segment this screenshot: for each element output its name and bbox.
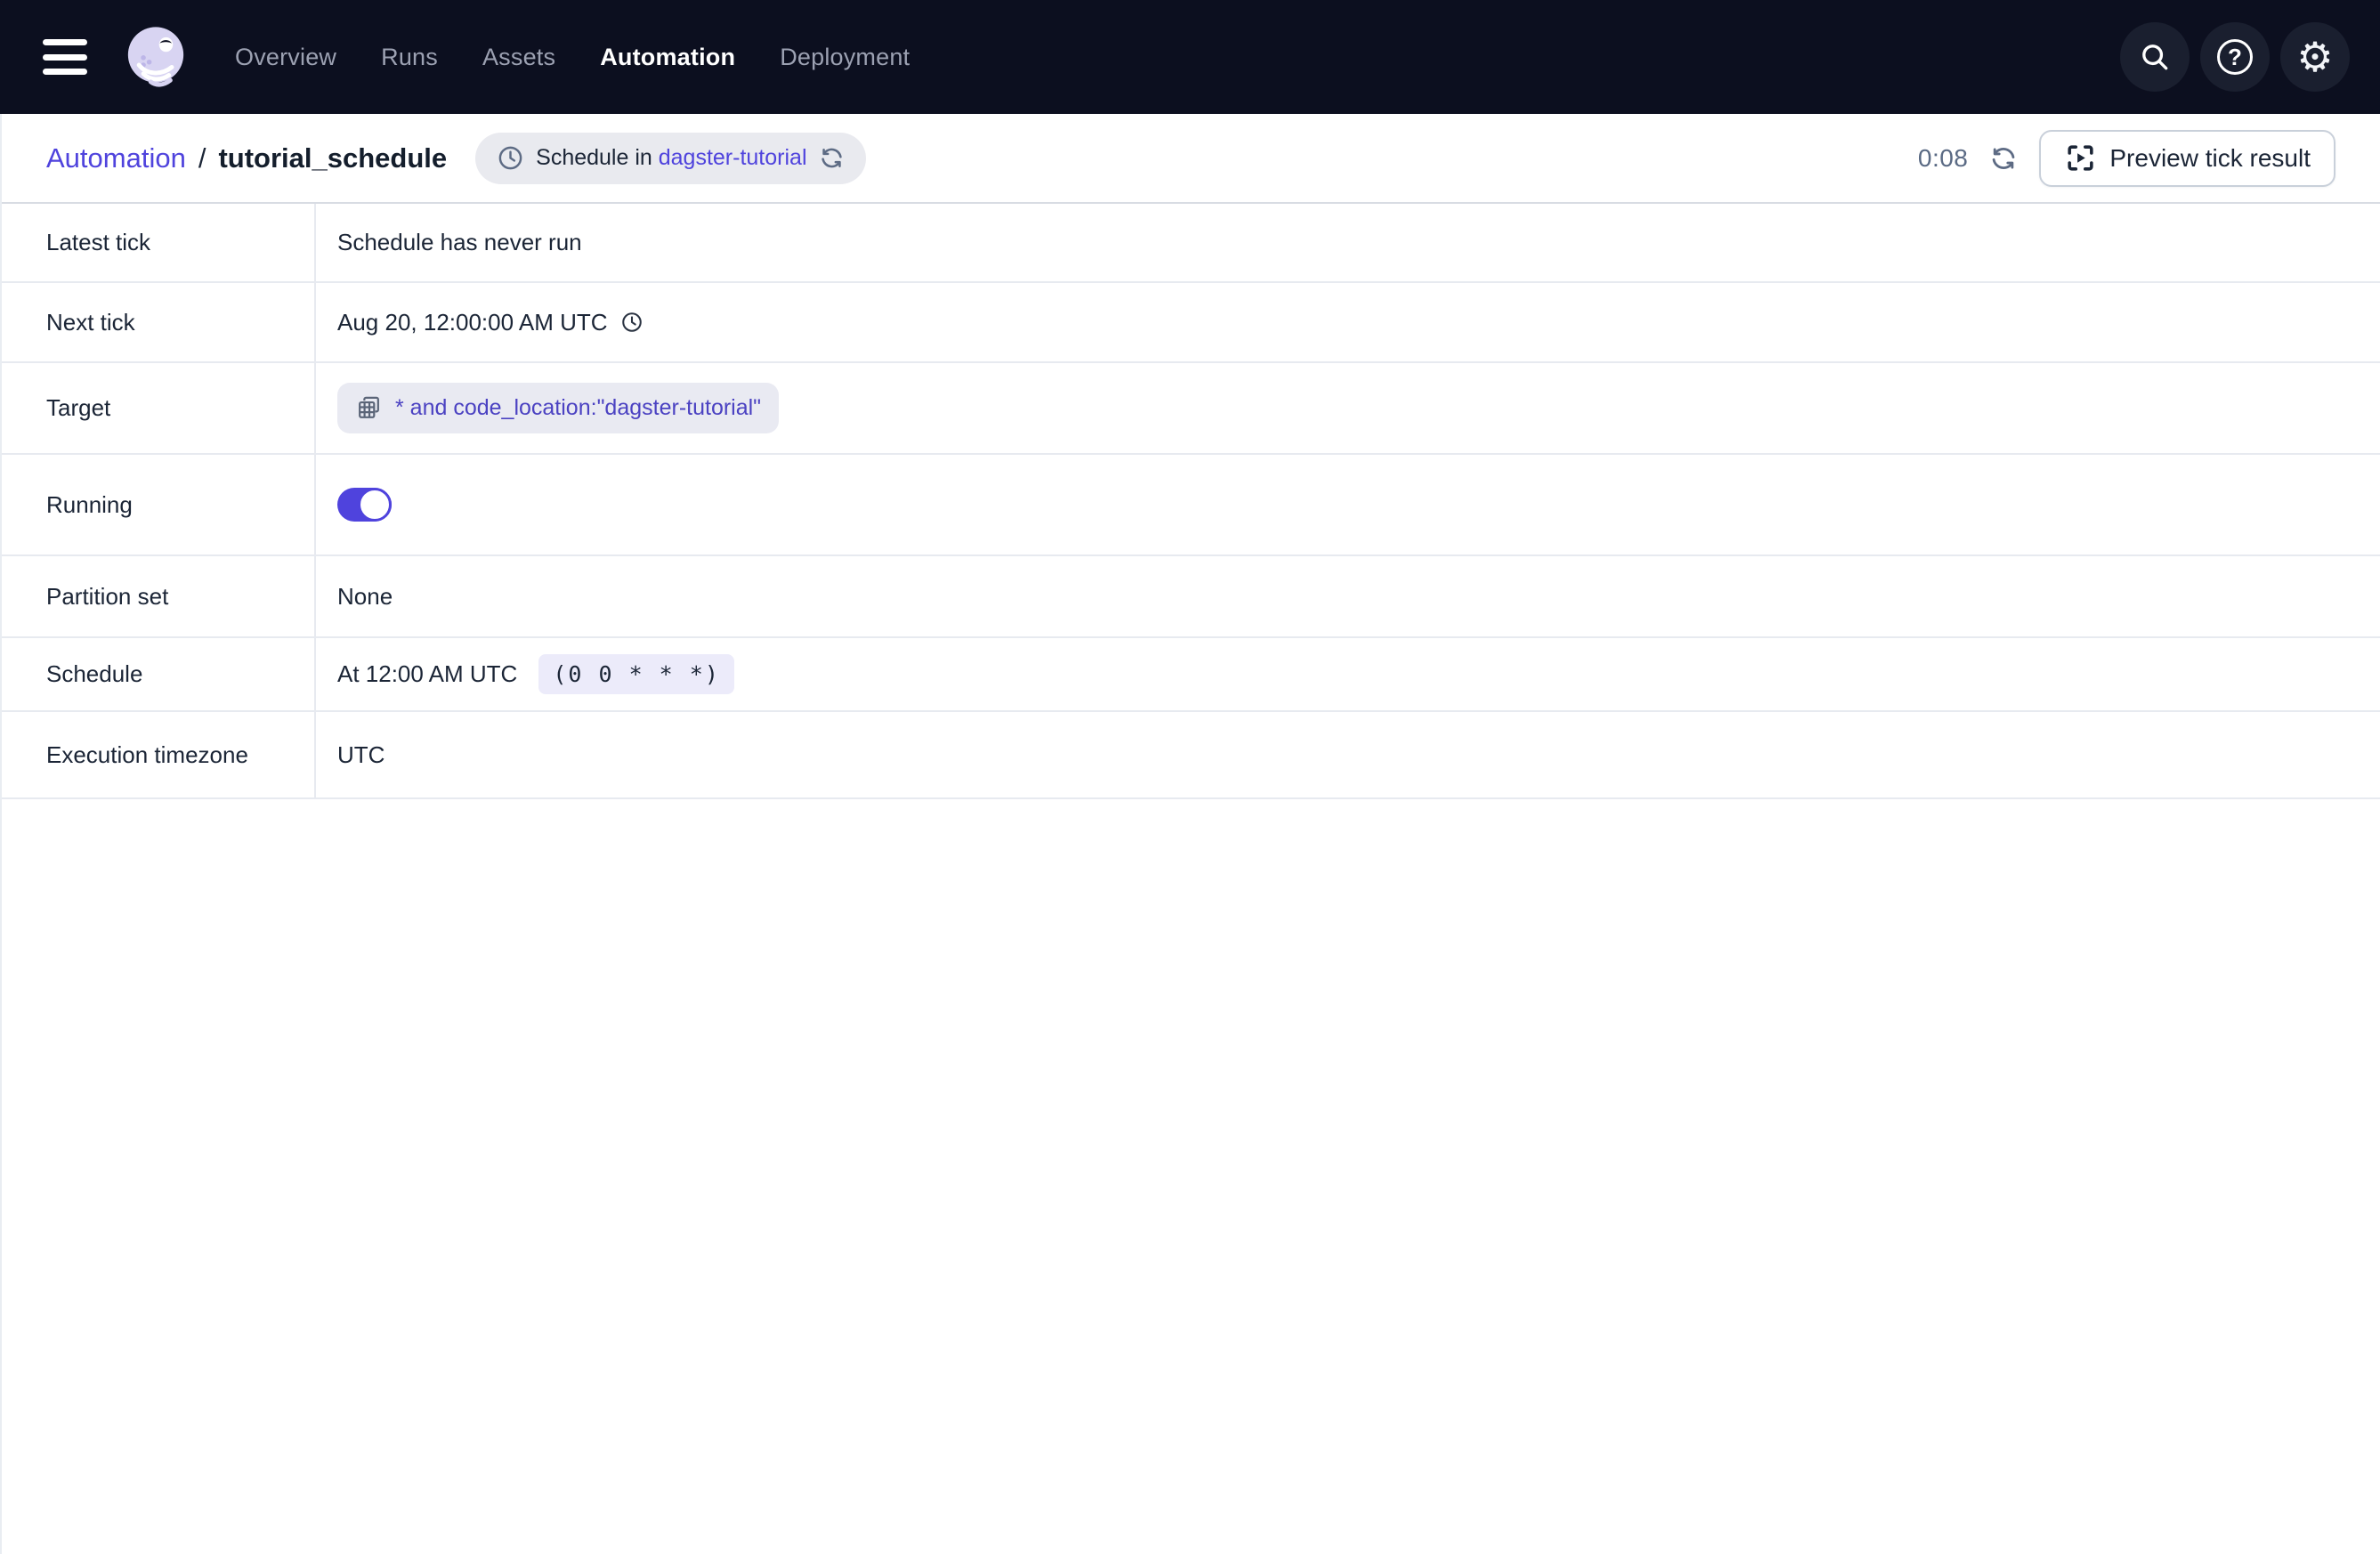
row-latest-tick: Latest tick Schedule has never run <box>2 204 2380 283</box>
code-location-link[interactable]: dagster-tutorial <box>659 145 807 170</box>
partition-set-text: None <box>337 583 393 611</box>
row-partition-set: Partition set None <box>2 556 2380 638</box>
latest-tick-text: Schedule has never run <box>337 229 582 256</box>
help-icon: ? <box>2217 39 2253 75</box>
menu-bar <box>43 39 87 45</box>
menu-bar <box>43 69 87 75</box>
schedule-value: At 12:00 AM UTC (0 0 * * *) <box>316 654 2380 694</box>
row-label: Execution timezone <box>2 712 316 797</box>
preview-tick-result-button[interactable]: Preview tick result <box>2039 130 2335 187</box>
nav-item-assets[interactable]: Assets <box>482 44 555 71</box>
breadcrumb-separator: / <box>198 142 206 174</box>
row-running: Running <box>2 455 2380 556</box>
page-title: tutorial_schedule <box>218 142 447 174</box>
timestamp-clock-icon[interactable] <box>620 311 644 334</box>
execution-timezone-value: UTC <box>316 741 2380 769</box>
dagster-logo-icon[interactable] <box>119 20 192 93</box>
nav-item-deployment[interactable]: Deployment <box>780 44 910 71</box>
row-label: Schedule <box>2 638 316 710</box>
latest-tick-value: Schedule has never run <box>316 229 2380 256</box>
nav-item-overview[interactable]: Overview <box>235 44 336 71</box>
page-header: Automation / tutorial_schedule Schedule … <box>2 114 2380 204</box>
row-label: Running <box>2 455 316 554</box>
schedule-location-badge[interactable]: Schedule in dagster-tutorial <box>475 133 865 184</box>
row-label: Target <box>2 363 316 453</box>
search-button[interactable] <box>2120 22 2190 92</box>
row-label: Next tick <box>2 283 316 361</box>
asset-table-icon <box>355 394 383 422</box>
preview-icon <box>2064 142 2097 174</box>
main-content: Automation / tutorial_schedule Schedule … <box>0 114 2380 1554</box>
execution-timezone-text: UTC <box>337 741 385 769</box>
row-label: Latest tick <box>2 204 316 281</box>
preview-button-label: Preview tick result <box>2109 144 2311 173</box>
nav-item-automation[interactable]: Automation <box>600 44 735 71</box>
header-actions: 0:08 <box>1918 130 2335 187</box>
target-value: * and code_location:"dagster-tutorial" <box>316 383 2380 433</box>
next-tick-text: Aug 20, 12:00:00 AM UTC <box>337 309 608 336</box>
settings-button[interactable]: ⚙ <box>2280 22 2350 92</box>
search-icon <box>2138 40 2172 74</box>
running-toggle[interactable] <box>337 488 392 522</box>
schedule-text: At 12:00 AM UTC <box>337 660 517 688</box>
partition-set-value: None <box>316 583 2380 611</box>
refresh-countdown: 0:08 <box>1918 144 1969 173</box>
row-target: Target * and code_location:"dagster-tuto… <box>2 363 2380 455</box>
row-schedule: Schedule At 12:00 AM UTC (0 0 * * *) <box>2 638 2380 712</box>
clock-icon <box>497 144 524 172</box>
badge-prefix: Schedule in <box>536 145 659 170</box>
help-button[interactable]: ? <box>2200 22 2270 92</box>
refresh-button[interactable] <box>1989 144 2018 173</box>
help-glyph: ? <box>2228 44 2242 71</box>
running-value <box>316 488 2380 522</box>
gear-icon: ⚙ <box>2296 36 2333 77</box>
menu-bar <box>43 54 87 61</box>
dagster-app: Overview Runs Assets Automation Deployme… <box>0 0 2380 1554</box>
refresh-icon <box>1989 144 2018 173</box>
row-next-tick: Next tick Aug 20, 12:00:00 AM UTC <box>2 283 2380 363</box>
toggle-knob <box>358 488 392 522</box>
row-execution-timezone: Execution timezone UTC <box>2 712 2380 799</box>
reload-location-icon[interactable] <box>819 145 845 171</box>
menu-icon[interactable] <box>43 39 89 75</box>
breadcrumb-automation-link[interactable]: Automation <box>46 142 186 174</box>
row-label: Partition set <box>2 556 316 636</box>
top-navigation-bar: Overview Runs Assets Automation Deployme… <box>0 0 2380 114</box>
empty-area <box>2 799 2380 1554</box>
schedule-details-table: Latest tick Schedule has never run Next … <box>2 204 2380 799</box>
cron-expression-chip: (0 0 * * *) <box>538 654 734 694</box>
primary-nav: Overview Runs Assets Automation Deployme… <box>235 44 910 71</box>
nav-item-runs[interactable]: Runs <box>381 44 438 71</box>
badge-label: Schedule in dagster-tutorial <box>536 145 806 171</box>
target-selection-text: * and code_location:"dagster-tutorial" <box>395 395 761 421</box>
next-tick-value: Aug 20, 12:00:00 AM UTC <box>316 309 2380 336</box>
asset-selection-chip[interactable]: * and code_location:"dagster-tutorial" <box>337 383 779 433</box>
